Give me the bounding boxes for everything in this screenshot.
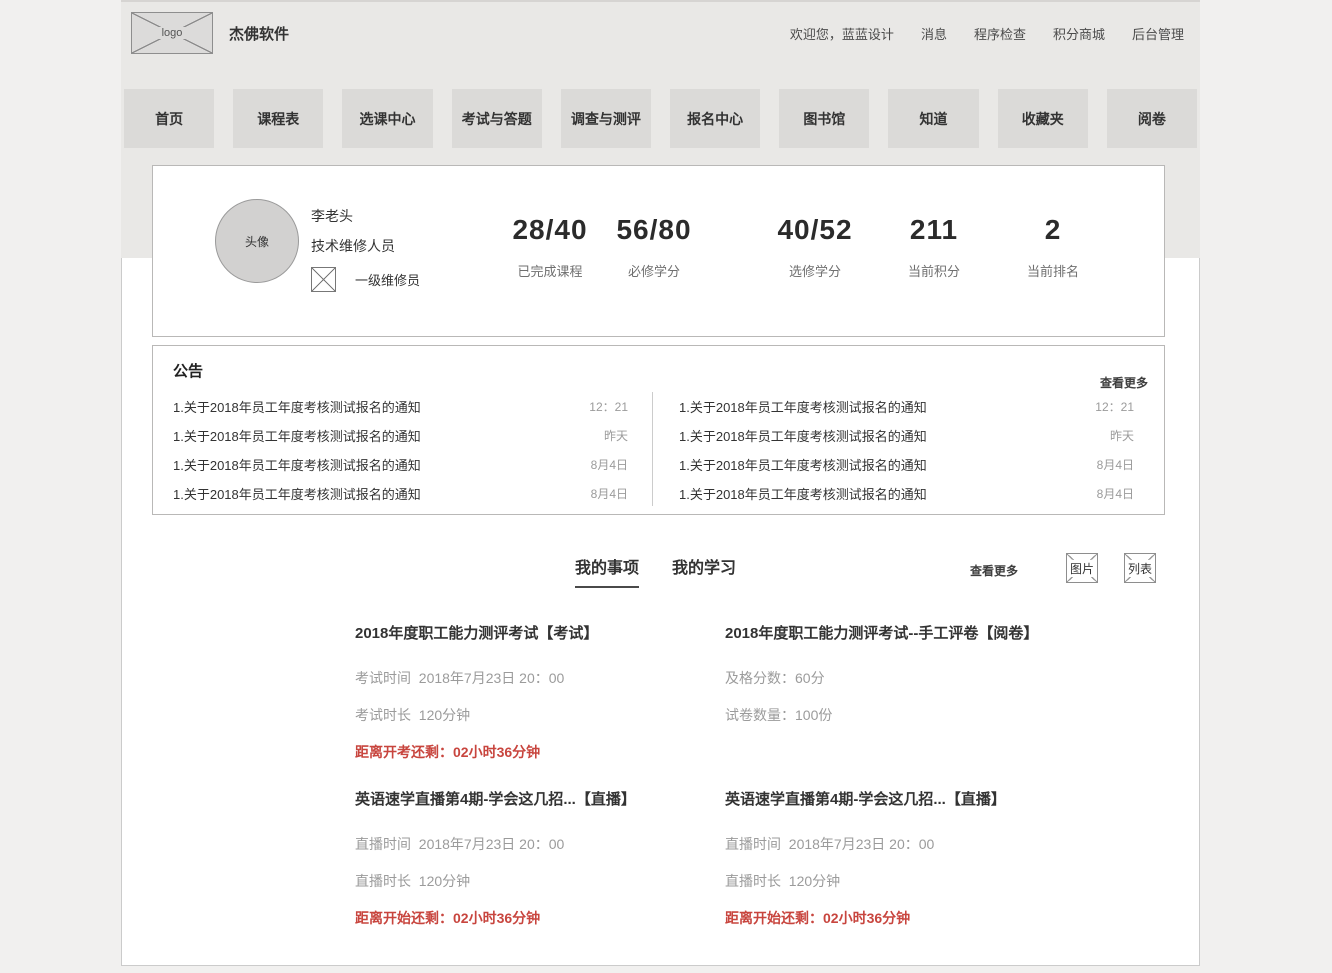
nav-item-knowledge[interactable]: 知道 [888,89,978,148]
main-nav: 首页 课程表 选课中心 考试与答题 调查与测评 报名中心 图书馆 知道 收藏夹 … [124,89,1197,148]
tab-my-items[interactable]: 我的事项 [575,554,639,588]
announcements-left-column: 1.关于2018年员工年度考核测试报名的通知 12：21 1.关于2018年员工… [173,392,653,506]
nav-item-exams[interactable]: 考试与答题 [452,89,542,148]
event-card-live-right: 英语速学直播第4期-学会这几招...【直播】 直播时间 2018年7月23日 2… [725,788,1105,928]
header-link-points-mall[interactable]: 积分商城 [1053,24,1105,43]
card-row: 及格分数：60分 [725,668,1105,688]
view-toggle-list-label: 列表 [1127,560,1153,577]
badge-row: 一级维修员 [311,267,420,292]
announcement-item[interactable]: 1.关于2018年员工年度考核测试报名的通知 12：21 [173,392,628,421]
card-row: 直播时间 2018年7月23日 20：00 [725,834,1105,854]
announcement-time: 8月4日 [591,456,628,473]
nav-item-favorites[interactable]: 收藏夹 [998,89,1088,148]
header-link-welcome[interactable]: 欢迎您，蓝蓝设计 [790,24,894,43]
announcement-title: 1.关于2018年员工年度考核测试报名的通知 [173,397,421,416]
page: logo 杰佛软件 欢迎您，蓝蓝设计 消息 程序检查 积分商城 后台管理 首页 … [0,0,1332,973]
announcement-item[interactable]: 1.关于2018年员工年度考核测试报名的通知 8月4日 [173,479,628,508]
nav-item-library[interactable]: 图书馆 [779,89,869,148]
brand-title: 杰佛软件 [229,23,289,44]
card-title[interactable]: 2018年度职工能力测评考试--手工评卷【阅卷】 [725,622,1105,643]
announcement-item[interactable]: 1.关于2018年员工年度考核测试报名的通知 8月4日 [173,450,628,479]
stat-value: 56/80 [584,214,724,246]
card-countdown: 距离开始还剩：02小时36分钟 [725,908,1105,928]
logo-label: logo [158,27,187,39]
nav-item-registration[interactable]: 报名中心 [670,89,760,148]
view-toggle-pictures-button[interactable]: 图片 [1066,553,1098,583]
card-countdown: 距离开始还剩：02小时36分钟 [355,908,735,928]
announcements-view-more-link[interactable]: 查看更多 [1100,374,1148,391]
announcement-title: 1.关于2018年员工年度考核测试报名的通知 [679,397,927,416]
announcement-time: 12：21 [1095,398,1134,415]
header-link-messages[interactable]: 消息 [921,24,947,43]
announcement-time: 8月4日 [1097,456,1134,473]
my-section-tabs: 我的事项 我的学习 [575,554,736,588]
view-toggle-pictures-label: 图片 [1069,560,1095,577]
event-card-live-left: 英语速学直播第4期-学会这几招...【直播】 直播时间 2018年7月23日 2… [355,788,735,928]
announcement-item[interactable]: 1.关于2018年员工年度考核测试报名的通知 8月4日 [679,479,1134,508]
announcement-title: 1.关于2018年员工年度考核测试报名的通知 [679,426,927,445]
announcement-item[interactable]: 1.关于2018年员工年度考核测试报名的通知 8月4日 [679,450,1134,479]
card-title[interactable]: 英语速学直播第4期-学会这几招...【直播】 [355,788,735,809]
announcements-title: 公告 [173,360,203,381]
my-section-view-more-link[interactable]: 查看更多 [970,562,1018,579]
stat-label: 必修学分 [584,261,724,280]
card-row: 直播时长 120分钟 [725,871,1105,891]
stat-current-rank: 2 当前排名 [983,214,1123,280]
user-role: 技术维修人员 [311,236,420,256]
nav-item-grading[interactable]: 阅卷 [1107,89,1197,148]
announcements-panel: 公告 查看更多 1.关于2018年员工年度考核测试报名的通知 12：21 1.关… [152,345,1165,515]
announcement-item[interactable]: 1.关于2018年员工年度考核测试报名的通知 昨天 [173,421,628,450]
announcement-time: 12：21 [589,398,628,415]
card-title[interactable]: 英语速学直播第4期-学会这几招...【直播】 [725,788,1105,809]
header-link-admin[interactable]: 后台管理 [1132,24,1184,43]
card-title[interactable]: 2018年度职工能力测评考试【考试】 [355,622,735,643]
nav-item-course-center[interactable]: 选课中心 [342,89,432,148]
announcements-right-column: 1.关于2018年员工年度考核测试报名的通知 12：21 1.关于2018年员工… [653,392,1148,506]
card-row: 试卷数量：100份 [725,705,1105,725]
card-countdown: 距离开考还剩：02小时36分钟 [355,742,735,762]
avatar-label: 头像 [245,233,269,250]
stat-required-credits: 56/80 必修学分 [584,214,724,280]
profile-card: 头像 李老头 技术维修人员 一级维修员 28/40 已完成课程 56/80 必修… [152,165,1165,337]
card-row: 考试时长 120分钟 [355,705,735,725]
avatar[interactable]: 头像 [215,199,299,283]
announcement-item[interactable]: 1.关于2018年员工年度考核测试报名的通知 12：21 [679,392,1134,421]
nav-item-schedule[interactable]: 课程表 [233,89,323,148]
announcement-time: 8月4日 [1097,485,1134,502]
header-links: 欢迎您，蓝蓝设计 消息 程序检查 积分商城 后台管理 [790,24,1190,43]
tab-my-study[interactable]: 我的学习 [672,554,736,588]
header: logo 杰佛软件 欢迎您，蓝蓝设计 消息 程序检查 积分商城 后台管理 [121,2,1200,64]
event-card-grading: 2018年度职工能力测评考试--手工评卷【阅卷】 及格分数：60分 试卷数量：1… [725,622,1105,742]
announcement-time: 昨天 [604,427,628,444]
badge-placeholder-icon [311,267,336,292]
announcement-title: 1.关于2018年员工年度考核测试报名的通知 [173,484,421,503]
view-toggle-list-button[interactable]: 列表 [1124,553,1156,583]
profile-info: 李老头 技术维修人员 一级维修员 [311,206,420,292]
announcement-title: 1.关于2018年员工年度考核测试报名的通知 [173,426,421,445]
announcement-time: 昨天 [1110,427,1134,444]
nav-item-survey[interactable]: 调查与测评 [561,89,651,148]
stat-value: 2 [983,214,1123,246]
header-link-program-check[interactable]: 程序检查 [974,24,1026,43]
announcement-title: 1.关于2018年员工年度考核测试报名的通知 [679,484,927,503]
announcement-time: 8月4日 [591,485,628,502]
user-name: 李老头 [311,206,420,226]
badge-label: 一级维修员 [355,270,420,289]
card-row: 直播时间 2018年7月23日 20：00 [355,834,735,854]
event-card-exam: 2018年度职工能力测评考试【考试】 考试时间 2018年7月23日 20：00… [355,622,735,762]
announcement-title: 1.关于2018年员工年度考核测试报名的通知 [173,455,421,474]
nav-item-home[interactable]: 首页 [124,89,214,148]
announcement-title: 1.关于2018年员工年度考核测试报名的通知 [679,455,927,474]
card-row: 考试时间 2018年7月23日 20：00 [355,668,735,688]
announcement-item[interactable]: 1.关于2018年员工年度考核测试报名的通知 昨天 [679,421,1134,450]
stat-label: 当前排名 [983,261,1123,280]
card-row: 直播时长 120分钟 [355,871,735,891]
logo-placeholder-icon[interactable]: logo [131,12,213,54]
announcements-columns: 1.关于2018年员工年度考核测试报名的通知 12：21 1.关于2018年员工… [173,392,1148,506]
